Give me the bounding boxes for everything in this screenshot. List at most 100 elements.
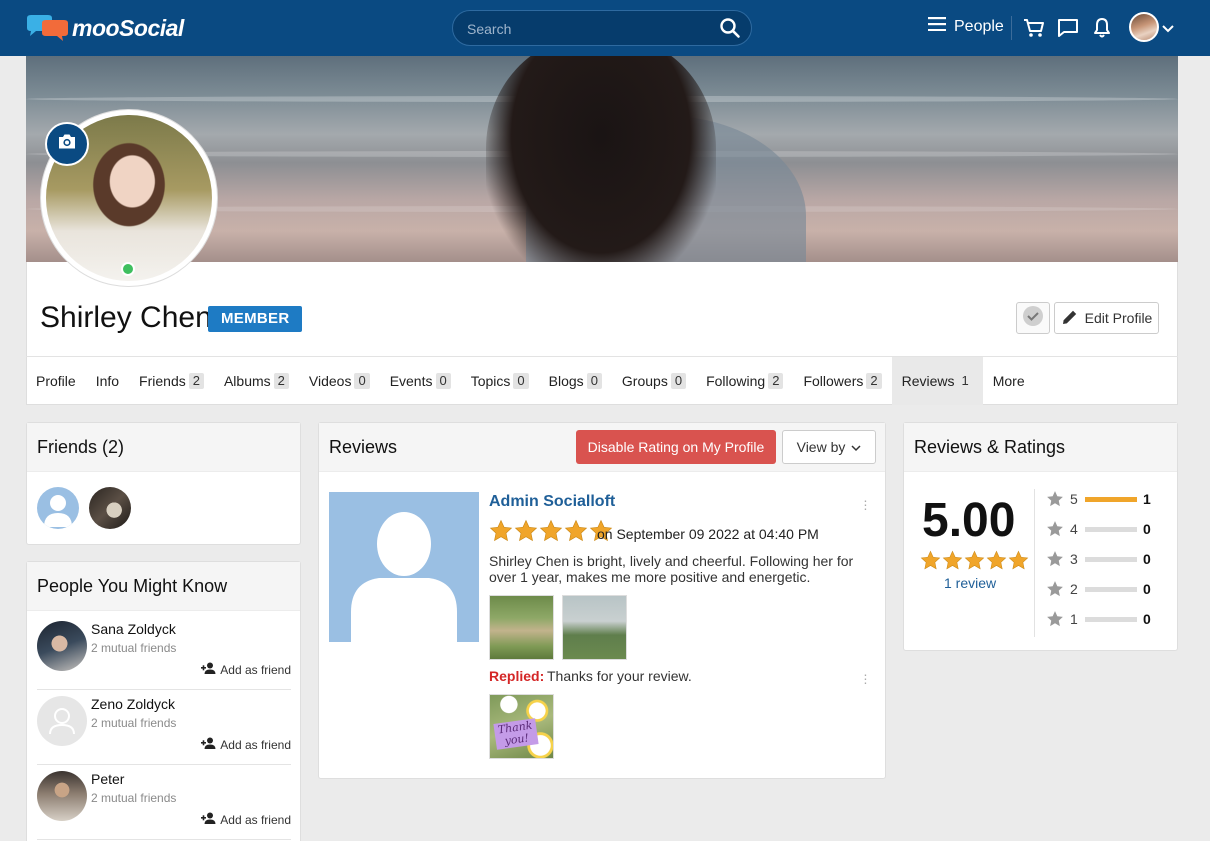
rating-row: 30 <box>1046 549 1156 569</box>
logo-text: mooSocial <box>72 14 184 41</box>
reply-photo-caption: Thank you! <box>493 718 539 750</box>
person-avatar[interactable] <box>37 771 87 821</box>
add-user-icon <box>201 662 216 677</box>
grey-star-icon <box>1046 580 1064 603</box>
site-logo[interactable]: mooSocial <box>24 14 184 42</box>
add-friend-button[interactable]: Add as friend <box>201 662 291 677</box>
grey-star-icon <box>1046 610 1064 633</box>
pencil-icon <box>1061 308 1079 329</box>
reviews-panel: Reviews Disable Rating on My Profile Vie… <box>318 422 886 779</box>
rating-count: 0 <box>1143 581 1151 597</box>
add-friend-button[interactable]: Add as friend <box>201 812 291 827</box>
average-star-icon <box>942 550 963 576</box>
reviewer-avatar[interactable] <box>329 492 479 642</box>
tab-count: 0 <box>586 373 602 389</box>
tab-more[interactable]: More <box>983 357 1035 405</box>
people-menu-button[interactable]: People <box>928 17 1004 36</box>
profile-tabs: Profile Info Friends 2 Albums 2 Videos 0 Ev… <box>26 356 1178 405</box>
reviewer-name[interactable]: Admin Socialloft <box>489 493 615 511</box>
tab-blogs[interactable]: Blogs 0 <box>539 357 612 405</box>
disable-rating-button[interactable]: Disable Rating on My Profile <box>576 430 776 464</box>
rating-row: 40 <box>1046 519 1156 539</box>
view-by-dropdown[interactable]: View by <box>782 430 876 464</box>
person-name[interactable]: Zeno Zoldyck <box>91 696 175 712</box>
average-stars <box>920 550 1029 576</box>
list-item: Peter 2 mutual friends Add as friend <box>37 766 291 840</box>
friend-avatar[interactable] <box>37 487 79 529</box>
rating-level: 4 <box>1070 521 1078 537</box>
review-photo[interactable] <box>489 595 554 660</box>
tab-count: 2 <box>188 373 204 389</box>
online-status-dot <box>121 262 135 276</box>
tab-friends[interactable]: Friends 2 <box>129 357 214 405</box>
tab-count: 1 <box>961 373 969 388</box>
add-user-icon <box>201 737 216 752</box>
add-friend-button[interactable]: Add as friend <box>201 737 291 752</box>
list-item: Sana Zoldyck 2 mutual friends Add as fri… <box>37 616 291 690</box>
add-user-icon <box>201 812 216 827</box>
tab-followers[interactable]: Followers 2 <box>793 357 891 405</box>
tab-albums[interactable]: Albums 2 <box>214 357 299 405</box>
rating-bar <box>1085 557 1137 562</box>
friend-avatar[interactable] <box>89 487 131 529</box>
grey-star-icon <box>1046 520 1064 543</box>
cart-icon[interactable] <box>1023 17 1045 44</box>
tab-topics[interactable]: Topics 0 <box>461 357 539 405</box>
replied-label: Replied: <box>489 668 545 684</box>
average-star-icon <box>964 550 985 576</box>
grey-star-icon <box>1046 550 1064 573</box>
review-star-icon <box>564 519 588 548</box>
header-divider <box>1011 16 1012 40</box>
tab-reviews[interactable]: Reviews 1 <box>891 357 983 405</box>
tab-following[interactable]: Following 2 <box>696 357 793 405</box>
person-avatar[interactable] <box>37 621 87 671</box>
person-name[interactable]: Sana Zoldyck <box>91 621 176 637</box>
average-star-icon <box>986 550 1007 576</box>
rating-row: 20 <box>1046 579 1156 599</box>
chat-icon[interactable] <box>1057 17 1079 44</box>
tab-info[interactable]: Info <box>86 357 129 405</box>
search-input[interactable] <box>467 19 707 39</box>
pymk-panel: People You Might Know Sana Zoldyck 2 mut… <box>26 561 301 841</box>
rating-level: 5 <box>1070 491 1078 507</box>
review-photo[interactable] <box>562 595 627 660</box>
change-photo-button[interactable] <box>45 122 89 166</box>
top-bar: mooSocial People <box>0 0 1210 56</box>
edit-profile-button[interactable]: Edit Profile <box>1054 302 1159 334</box>
chevron-down-icon[interactable] <box>1162 21 1174 39</box>
rating-level: 2 <box>1070 581 1078 597</box>
camera-icon <box>57 133 77 155</box>
rating-row: 51 <box>1046 489 1156 509</box>
edit-profile-label: Edit Profile <box>1084 310 1153 326</box>
review-count-link[interactable]: 1 review <box>944 575 996 591</box>
check-icon <box>1022 305 1044 332</box>
search-icon[interactable] <box>719 17 741 44</box>
search-box[interactable] <box>452 10 752 46</box>
logo-bubbles-icon <box>24 14 70 42</box>
tab-groups[interactable]: Groups 0 <box>612 357 696 405</box>
tab-events[interactable]: Events 0 <box>380 357 461 405</box>
reply-photo[interactable]: Thank you! <box>489 694 554 759</box>
mutual-friends: 2 mutual friends <box>91 641 177 655</box>
tab-count: 2 <box>273 373 289 389</box>
rating-count: 0 <box>1143 521 1151 537</box>
review-menu-icon[interactable]: · · · <box>862 493 868 515</box>
reply-menu-icon[interactable]: · · · <box>862 667 868 689</box>
user-avatar[interactable] <box>1129 12 1159 42</box>
profile-name: Shirley Chen <box>40 301 212 334</box>
rating-level: 3 <box>1070 551 1078 567</box>
person-avatar[interactable] <box>37 696 87 746</box>
average-star-icon <box>920 550 941 576</box>
people-label: People <box>954 17 1004 35</box>
pymk-panel-title: People You Might Know <box>27 562 300 611</box>
bell-icon[interactable] <box>1092 17 1112 44</box>
verify-button[interactable] <box>1016 302 1050 334</box>
tab-profile[interactable]: Profile <box>26 357 86 405</box>
person-name[interactable]: Peter <box>91 771 124 787</box>
tab-count: 2 <box>866 373 882 389</box>
friends-panel-title: Friends (2) <box>27 423 300 472</box>
tab-videos[interactable]: Videos 0 <box>299 357 380 405</box>
rating-bar-fill <box>1085 497 1137 502</box>
average-star-icon <box>1008 550 1029 576</box>
ratings-divider <box>1034 489 1035 637</box>
